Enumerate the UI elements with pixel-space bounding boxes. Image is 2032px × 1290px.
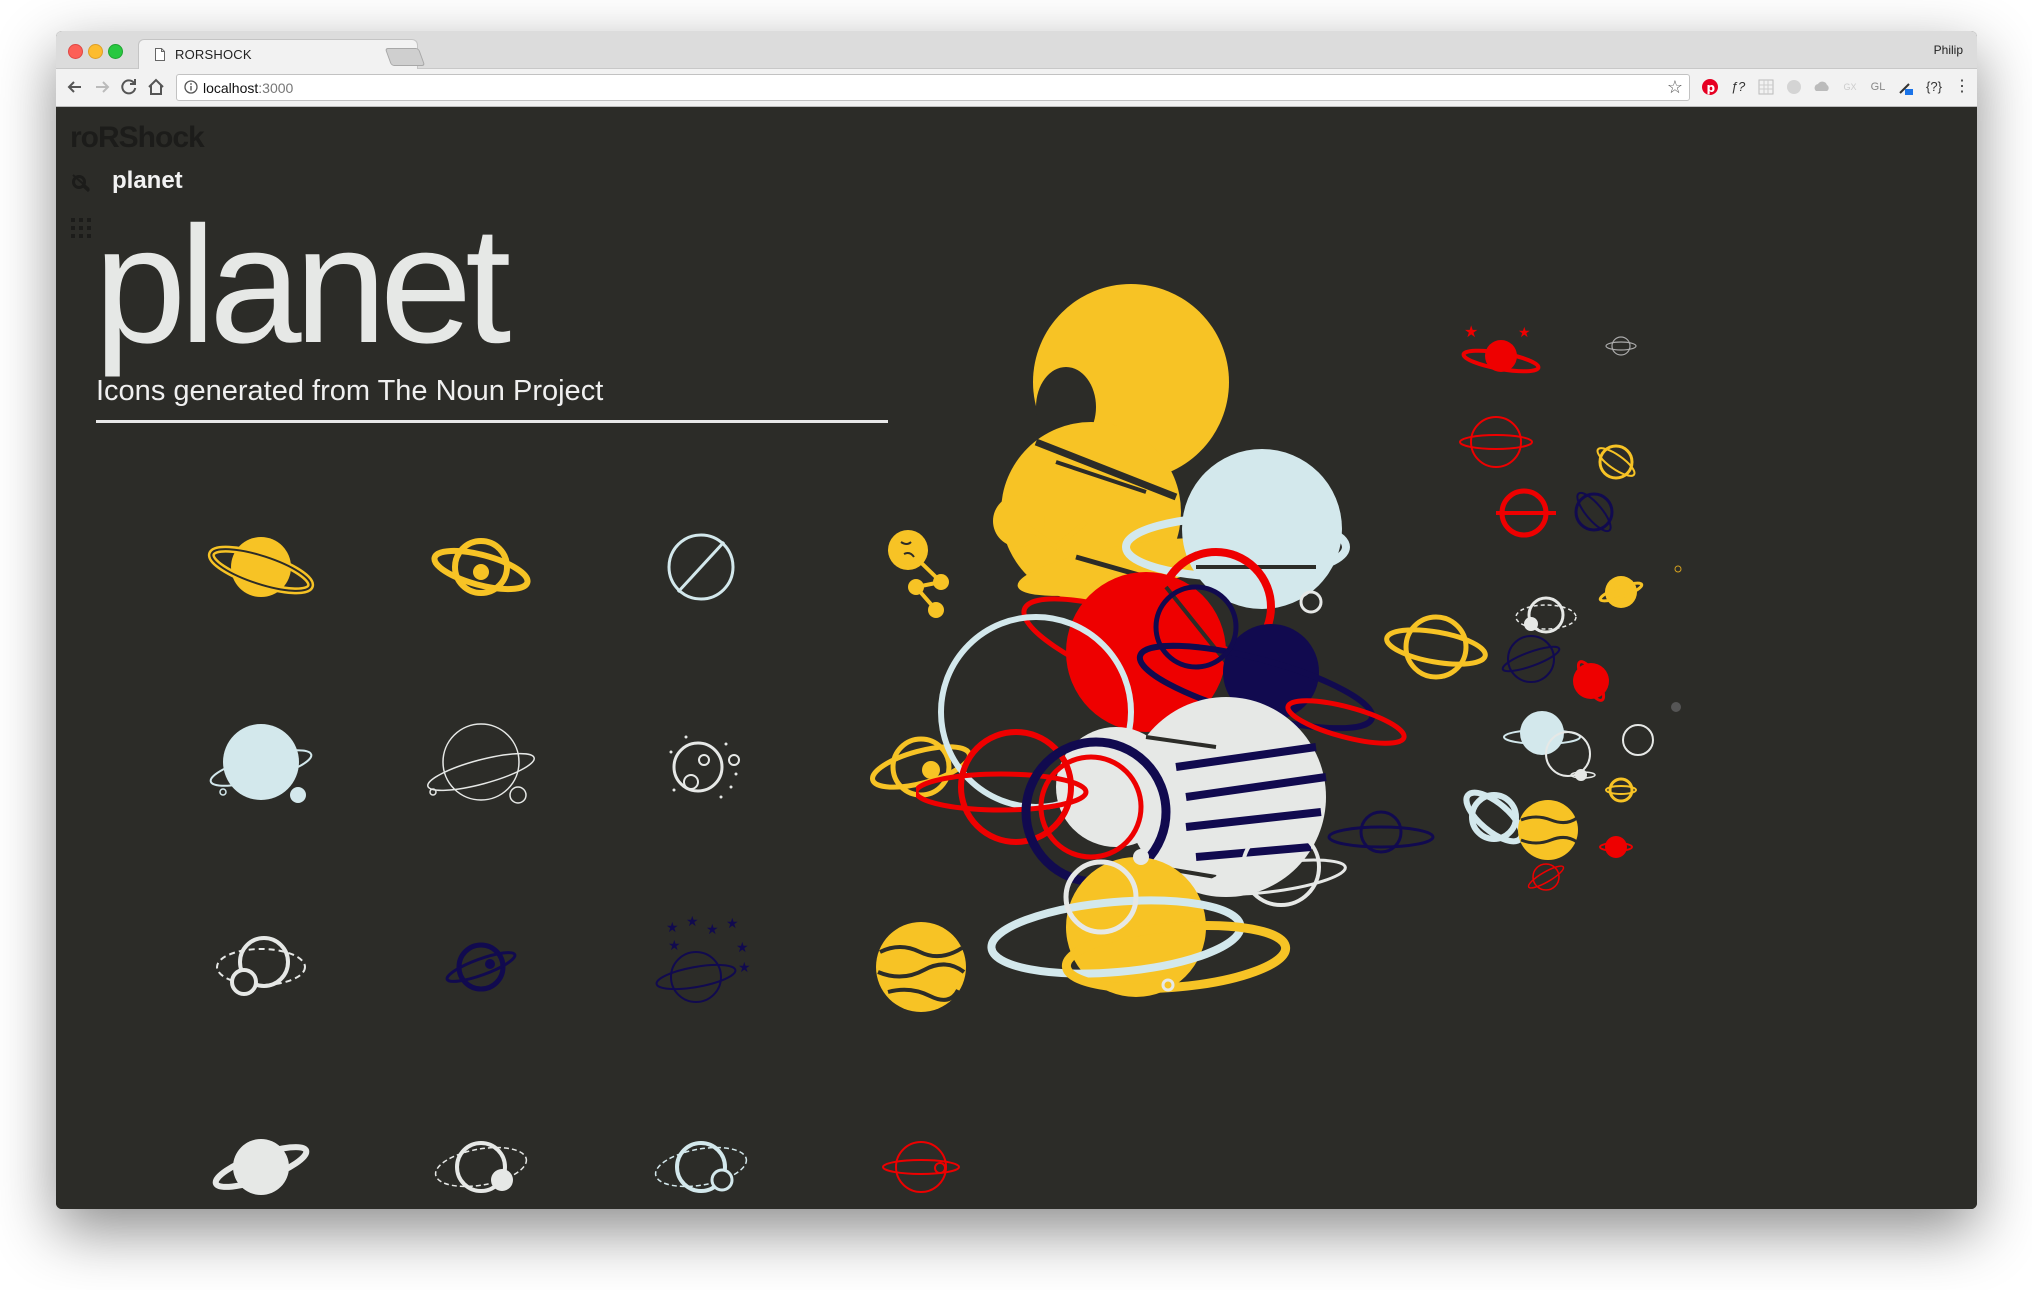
forward-button[interactable] xyxy=(91,76,113,98)
cloud-ext-icon[interactable] xyxy=(1812,77,1832,97)
svg-text:★: ★ xyxy=(1464,322,1478,341)
icon-cell[interactable] xyxy=(186,692,336,842)
reload-icon xyxy=(121,79,137,95)
page-title: planet xyxy=(94,193,511,378)
pinterest-icon[interactable]: p xyxy=(1700,77,1720,97)
gl-ext-icon[interactable]: GL xyxy=(1868,77,1888,97)
minimize-window-button[interactable] xyxy=(88,44,103,59)
icon-cell[interactable] xyxy=(406,1092,556,1209)
menu-icon[interactable]: ⋮ xyxy=(1952,77,1972,97)
icon-cell[interactable] xyxy=(626,1092,776,1209)
maximize-window-button[interactable] xyxy=(108,44,123,59)
title-bar: RORSHOCK × Philip xyxy=(56,31,1977,70)
planet-dashed-moon-blue-icon xyxy=(654,1141,748,1193)
close-window-button[interactable] xyxy=(68,44,83,59)
app-logo[interactable]: roRShock xyxy=(70,121,205,155)
home-icon xyxy=(148,78,164,95)
profile-name[interactable]: Philip xyxy=(1934,43,1963,57)
grid-ext-icon[interactable] xyxy=(1756,77,1776,97)
url-text[interactable]: localhost:3000 xyxy=(203,80,293,96)
svg-text:★: ★ xyxy=(1518,325,1531,341)
generated-icon-cloud: ★ ★ xyxy=(913,267,1916,1167)
back-arrow-icon xyxy=(67,81,81,93)
planet-orbit-outline-icon xyxy=(431,538,531,596)
icon-cell[interactable] xyxy=(406,692,556,842)
bookmark-star-icon[interactable]: ☆ xyxy=(1667,77,1683,98)
planet-small-orbit-icon xyxy=(445,942,517,992)
icon-cell[interactable]: ★ ★ ★ ★ ★ ★ ★ xyxy=(626,892,776,1042)
page-subtitle: Icons generated from The Noun Project xyxy=(96,375,604,407)
icon-cell[interactable] xyxy=(406,892,556,1042)
grid-view-icon[interactable] xyxy=(70,217,92,239)
back-button[interactable] xyxy=(64,76,86,98)
url-host: localhost xyxy=(203,80,259,96)
subtitle-divider xyxy=(96,420,888,423)
eyedropper-icon[interactable] xyxy=(1896,77,1916,97)
forward-arrow-icon xyxy=(96,81,110,93)
icon-cell[interactable] xyxy=(186,1092,336,1209)
icon-cell[interactable] xyxy=(626,692,776,842)
svg-text:★: ★ xyxy=(668,938,681,954)
browser-toolbar: localhost:3000 ☆ p ƒ? GX GL {?} ⋮ xyxy=(56,69,1977,107)
browser-window: RORSHOCK × Philip localhost:3000 ☆ xyxy=(56,31,1977,1209)
scatter-icons: ★ ★ xyxy=(1459,322,1682,891)
info-icon xyxy=(184,80,198,94)
url-port: :3000 xyxy=(258,80,294,96)
planet-crater-dots-icon xyxy=(669,735,740,799)
icon-cell[interactable] xyxy=(186,492,336,642)
json-ext-icon[interactable]: {?} xyxy=(1924,77,1944,97)
leaf-ext-icon[interactable] xyxy=(1784,77,1804,97)
svg-text:★: ★ xyxy=(736,940,749,956)
address-bar[interactable]: localhost:3000 ☆ xyxy=(176,74,1690,101)
css-ext-icon[interactable]: GX xyxy=(1840,77,1860,97)
planet-slash-outline-icon xyxy=(667,533,735,601)
document-icon xyxy=(155,48,165,61)
planet-moon-solid-icon xyxy=(209,724,313,803)
svg-text:p: p xyxy=(1707,81,1716,95)
svg-text:★: ★ xyxy=(706,922,719,938)
planet-dashed-orbit-icon xyxy=(216,936,306,996)
font-inspector-icon[interactable]: ƒ? xyxy=(1728,77,1748,97)
planet-collage: ★ ★ xyxy=(913,284,1682,997)
planet-ring-thin-icon xyxy=(427,723,535,804)
search-term[interactable]: planet xyxy=(112,167,183,195)
new-tab-button[interactable] xyxy=(384,48,426,66)
search-icon[interactable] xyxy=(70,171,92,193)
planet-stars-icon: ★ ★ ★ ★ ★ ★ ★ xyxy=(655,914,751,1003)
planet-ringed-grey-icon xyxy=(212,1139,310,1195)
icon-cell[interactable] xyxy=(186,892,336,1042)
planet-ringed-solid-icon xyxy=(207,537,315,597)
svg-text:★: ★ xyxy=(726,916,739,932)
svg-text:★: ★ xyxy=(738,960,751,976)
page-content: roRShock planet planet Icons generated f… xyxy=(56,107,1977,1209)
svg-text:★: ★ xyxy=(686,914,699,930)
icon-grid: ★ ★ ★ ★ ★ ★ ★ xyxy=(116,462,1036,1209)
svg-text:★: ★ xyxy=(666,920,679,936)
icon-cell[interactable] xyxy=(406,492,556,642)
icon-cell[interactable] xyxy=(626,492,776,642)
reload-button[interactable] xyxy=(118,76,140,98)
browser-tab[interactable]: RORSHOCK × xyxy=(138,39,418,70)
home-button[interactable] xyxy=(145,76,167,98)
planet-dashed-moon-icon xyxy=(434,1141,528,1193)
tab-title: RORSHOCK xyxy=(175,47,252,62)
